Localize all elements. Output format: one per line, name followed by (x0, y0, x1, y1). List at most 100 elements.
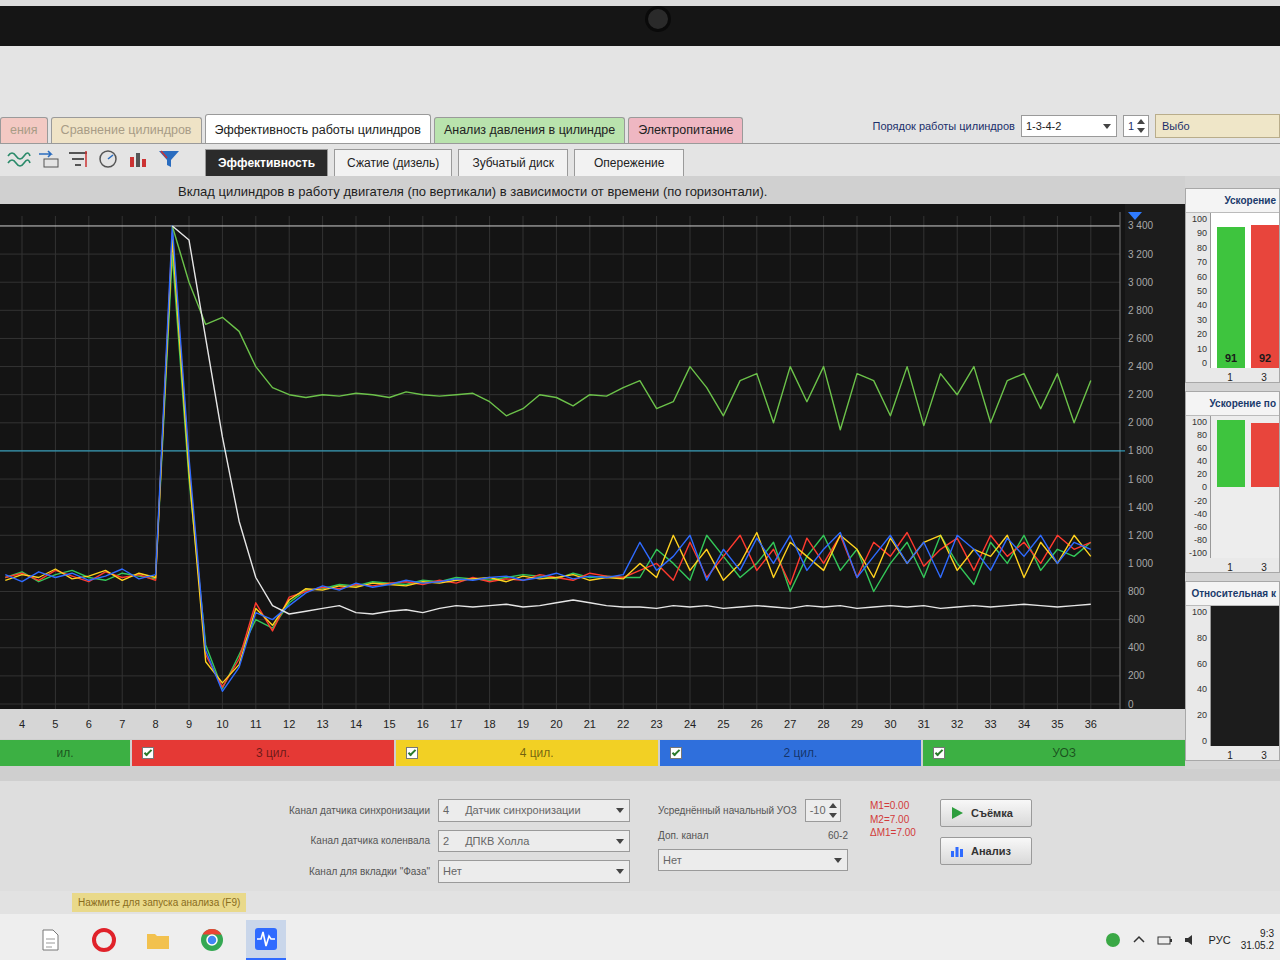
grid-line (0, 225, 1120, 226)
sub-tab[interactable]: Сжатие (дизель) (334, 149, 452, 176)
cylinder-chart: 3 4003 2003 0002 8002 6002 4002 2002 000… (0, 204, 1185, 739)
legend-checkbox[interactable] (142, 747, 154, 759)
side-x-axis: 13 (1210, 368, 1279, 383)
time-axis (0, 709, 1185, 739)
channel-row: Канал для вкладки "Фаза" Нет (265, 860, 630, 883)
x-tick: 9 (186, 718, 192, 730)
cylinder-spinner[interactable]: 1 (1123, 115, 1149, 138)
clock[interactable]: 9:331.05.2 (1241, 928, 1276, 953)
side-bar-reading: 91 (1225, 350, 1237, 369)
taskbar-app[interactable] (192, 920, 232, 960)
action-buttons: Съёмка Анализ (940, 799, 1032, 891)
legend-checkbox[interactable] (406, 747, 418, 759)
tab[interactable]: Анализ давления в цилиндре (434, 117, 625, 143)
chart-icon (949, 843, 965, 859)
analyze-button[interactable]: Анализ (940, 837, 1032, 865)
x-tick: 11 (250, 718, 261, 730)
side-tick: 0 (1186, 737, 1207, 746)
legend-item[interactable]: 2 цил. (660, 740, 922, 766)
grid-line (623, 216, 624, 709)
grid-line (0, 366, 1120, 367)
filter-lines-icon[interactable] (66, 148, 92, 170)
grid-line (923, 216, 924, 709)
y-tick: 1 400 (1128, 502, 1153, 513)
sub-tabs: ЭффективностьСжатие (дизель)Зубчатый дис… (205, 149, 690, 176)
side-tick: -80 (1186, 536, 1207, 545)
channel-select[interactable]: 4Датчик синхронизации (438, 799, 630, 822)
taskbar-app[interactable] (138, 920, 178, 960)
side-panel-title: Ускорение по (1186, 392, 1279, 416)
grid-line (489, 216, 490, 709)
legend-label: УОЗ (953, 744, 1175, 762)
side-bar (1217, 420, 1245, 487)
scope-icon (253, 926, 279, 952)
taskbar-app[interactable] (30, 920, 70, 960)
side-bar: 92 (1251, 225, 1279, 368)
toolbar (0, 148, 205, 176)
x-tick: 6 (86, 718, 92, 730)
cylinder-order-select[interactable]: 1-3-4-2 (1021, 115, 1117, 138)
series-line (5, 226, 1091, 691)
marker-value: M2=7.00 (870, 813, 932, 827)
extra-channel-label: Доп. канал (658, 828, 709, 843)
system-tray: РУС 9:331.05.2 (1105, 928, 1276, 953)
cylinder-order-label: Порядок работы цилиндров (873, 118, 1015, 135)
grid-line (1090, 216, 1091, 709)
tab[interactable]: Электропитание (628, 117, 743, 143)
uoz-spinner[interactable]: -10 (805, 799, 841, 822)
record-button[interactable]: Съёмка (940, 799, 1032, 827)
legend-checkbox[interactable] (933, 747, 945, 759)
tabs: енияСравнение цилиндровЭффективность раб… (0, 114, 746, 143)
legend-item[interactable]: 3 цил. (132, 740, 394, 766)
grid-line (990, 216, 991, 709)
taskbar-app[interactable] (84, 920, 124, 960)
tab[interactable]: ения (0, 117, 48, 143)
side-tick: 60 (1186, 660, 1207, 669)
sub-tab[interactable]: Эффективность (205, 149, 328, 176)
x-tick: 32 (951, 718, 963, 730)
input-language[interactable]: РУС (1209, 932, 1231, 949)
wave-icon[interactable] (6, 148, 32, 170)
button-label: Анализ (971, 843, 1011, 860)
channel-select[interactable]: Нет (438, 860, 630, 883)
timing-icon[interactable] (96, 148, 122, 170)
grid-line (389, 216, 390, 709)
clock-time: 9:3 (1241, 928, 1274, 941)
sub-tab[interactable]: Опережение (574, 149, 684, 176)
x-tick: 27 (784, 718, 796, 730)
network-icon (1105, 932, 1121, 948)
value-axis (1125, 204, 1185, 709)
legend-item[interactable]: 4 цил. (396, 740, 658, 766)
side-panel-title: Ускорение (1186, 189, 1279, 213)
legend-label: 3 цил. (162, 744, 384, 762)
y-tick: 1 600 (1128, 474, 1153, 485)
side-x-axis: 13 (1210, 558, 1279, 573)
chart: 3 4003 2003 0002 8002 6002 4002 2002 000… (0, 204, 1185, 739)
extra-channel-select[interactable]: Нет (658, 849, 848, 872)
channel-select[interactable]: 2ДПКВ Холла (438, 830, 630, 853)
taskbar-app[interactable] (246, 920, 286, 960)
tab[interactable]: Сравнение цилиндров (51, 117, 202, 143)
tab[interactable]: Эффективность работы цилиндров (205, 114, 431, 143)
legend-checkbox[interactable] (670, 747, 682, 759)
scroll-strip (0, 769, 1280, 781)
side-plot: 91 92 (1210, 213, 1279, 368)
side-tick: 70 (1186, 258, 1207, 267)
bars-icon[interactable] (126, 148, 152, 170)
legend-item[interactable]: УОЗ (923, 740, 1185, 766)
x-tick: 30 (884, 718, 896, 730)
window-top (0, 46, 1280, 108)
channel-label: Канал для вкладки "Фаза" (265, 864, 430, 879)
channel-value: ДПКВ Холла (465, 833, 529, 850)
choose-button[interactable]: Выбо (1155, 114, 1280, 139)
x-tick: 36 (1085, 718, 1097, 730)
side-bar-label: 1 (1216, 560, 1244, 573)
funnel-icon[interactable] (156, 148, 182, 170)
export-icon[interactable] (36, 148, 62, 170)
y-tick: 800 (1128, 586, 1145, 597)
button-label: Съёмка (971, 805, 1013, 822)
sub-tab[interactable]: Зубчатый диск (458, 149, 568, 176)
folder-icon (145, 927, 171, 953)
x-tick: 15 (383, 718, 395, 730)
legend-item[interactable]: ил. (0, 740, 130, 766)
